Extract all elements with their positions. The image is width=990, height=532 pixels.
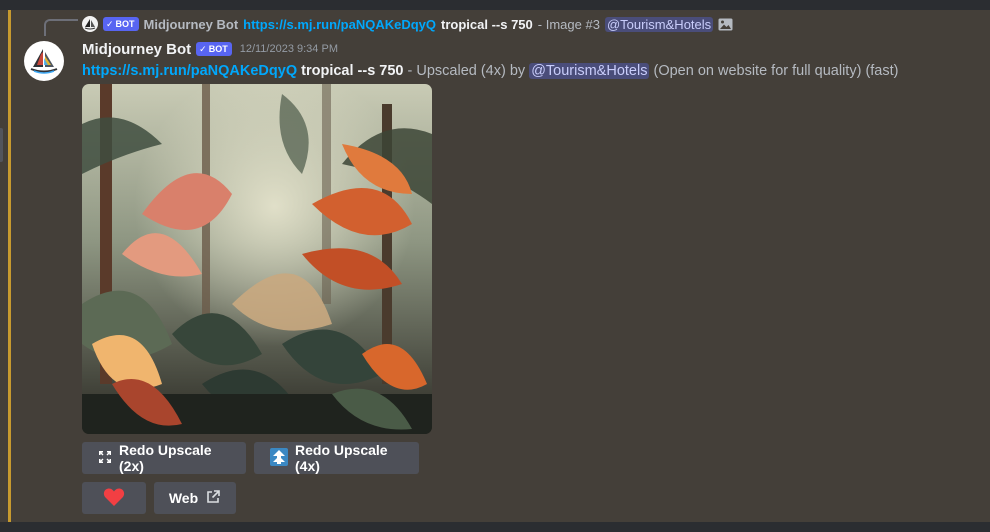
web-link-button[interactable]: Web [154, 482, 236, 514]
redo-upscale-2x-button[interactable]: Redo Upscale (2x) [82, 442, 246, 474]
reply-link[interactable]: https://s.mj.run/paNQAKeDqyQ [243, 17, 436, 32]
generated-image[interactable] [82, 84, 432, 434]
scroll-nub [0, 128, 3, 162]
checkmark-icon: ✓ [199, 43, 207, 54]
reply-suffix: - Image #3 [537, 16, 600, 32]
web-label: Web [168, 490, 199, 506]
prompt-link[interactable]: https://s.mj.run/paNQAKeDqyQ [82, 63, 297, 79]
message-container: ✓ BOT Midjourney Bot https://s.mj.run/pa… [0, 10, 990, 522]
redo-upscale-4x-button[interactable]: Redo Upscale (4x) [254, 442, 419, 474]
upscale-arrow-icon [270, 447, 288, 469]
reply-bot-tag: ✓ BOT [103, 17, 139, 31]
reply-mention[interactable]: @Tourism&Hotels [604, 16, 714, 32]
bottom-chrome-strip [0, 522, 990, 532]
highlight-accent-bar [8, 10, 11, 522]
bot-tag: ✓ BOT [196, 42, 232, 56]
reply-author[interactable]: Midjourney Bot [144, 17, 239, 32]
action-row-upscale: Redo Upscale (2x) Redo Upscale (4x) [82, 442, 419, 474]
message-content: https://s.mj.run/paNQAKeDqyQ tropical --… [82, 61, 972, 81]
message-header: Midjourney Bot ✓ BOT 12/11/2023 9:34 PM [82, 39, 338, 59]
expand-arrows-icon [98, 450, 112, 467]
redo-upscale-2x-label: Redo Upscale (2x) [119, 442, 212, 474]
top-chrome-strip [0, 0, 990, 10]
reply-preview[interactable]: ✓ BOT Midjourney Bot https://s.mj.run/pa… [82, 15, 733, 33]
reply-prompt: tropical --s 750 [441, 16, 533, 32]
reply-bot-tag-label: BOT [115, 18, 135, 29]
favorite-button[interactable] [82, 482, 146, 514]
checkmark-icon: ✓ [106, 18, 114, 29]
external-link-icon [205, 489, 221, 508]
action-row-reactions: Web [82, 482, 236, 514]
quality-note: (Open on website for full quality) (fast… [653, 63, 899, 79]
bot-tag-label: BOT [208, 43, 228, 54]
image-icon [718, 18, 733, 31]
user-mention[interactable]: @Tourism&Hotels [529, 63, 650, 79]
reply-avatar[interactable] [82, 16, 98, 32]
reply-connector [44, 19, 78, 36]
timestamp[interactable]: 12/11/2023 9:34 PM [240, 43, 338, 55]
prompt-text: tropical --s 750 [301, 63, 404, 79]
author-name[interactable]: Midjourney Bot [82, 41, 191, 58]
author-avatar[interactable] [24, 41, 64, 81]
upscale-text: - Upscaled (4x) by [407, 63, 526, 79]
heart-icon [103, 487, 125, 510]
redo-upscale-4x-label: Redo Upscale (4x) [295, 442, 388, 474]
